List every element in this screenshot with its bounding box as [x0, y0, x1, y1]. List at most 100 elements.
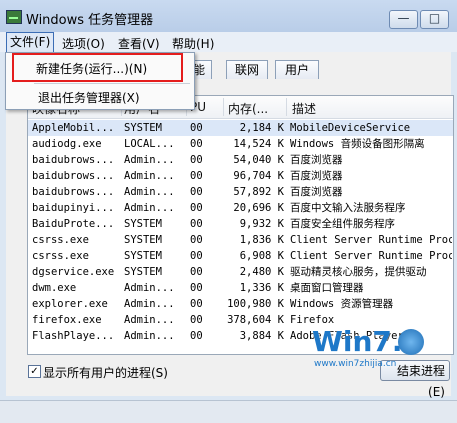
- cell-desc: 百度浏览器: [290, 170, 343, 182]
- cell-cpu: 00: [190, 330, 203, 342]
- cell-user: Admin...: [124, 202, 175, 214]
- table-row[interactable]: explorer.exe Admin... 00 100,980 K Windows 资…: [28, 296, 453, 312]
- column-description[interactable]: 描述: [292, 100, 316, 117]
- cell-user: Admin...: [124, 170, 175, 182]
- cell-user: Admin...: [124, 298, 175, 310]
- title-bar[interactable]: Windows 任务管理器 — □: [0, 0, 457, 32]
- cell-mem: 20,696 K: [233, 202, 284, 214]
- menu-separator: [34, 83, 190, 84]
- cell-desc: Client Server Runtime Proc: [290, 250, 452, 262]
- table-row[interactable]: baidupinyi... Admin... 00 20,696 K 百度中文输入法服务…: [28, 200, 453, 216]
- cell-image: audiodg.exe: [32, 138, 102, 150]
- cell-mem: 2,480 K: [239, 266, 284, 278]
- cell-user: Admin...: [124, 186, 175, 198]
- cell-desc: Client Server Runtime Proc: [290, 234, 452, 246]
- watermark-logo-icon: [398, 329, 424, 355]
- tab-network[interactable]: 联网: [226, 60, 268, 79]
- cell-cpu: 00: [190, 250, 203, 262]
- cell-user: SYSTEM: [124, 250, 162, 262]
- cell-user: Admin...: [124, 282, 175, 294]
- cell-cpu: 00: [190, 186, 203, 198]
- table-row[interactable]: baidubrows... Admin... 00 57,892 K 百度浏览器: [28, 184, 453, 200]
- cell-image: firefox.exe: [32, 314, 102, 326]
- cell-image: dgservice.exe: [32, 266, 115, 278]
- cell-desc: Windows 音频设备图形隔离: [290, 138, 425, 150]
- menu-item-exit[interactable]: 退出任务管理器(X): [38, 89, 140, 106]
- cell-cpu: 00: [190, 234, 203, 246]
- cell-user: Admin...: [124, 154, 175, 166]
- tab-users[interactable]: 用户: [275, 60, 319, 79]
- cell-user: LOCAL...: [124, 138, 175, 150]
- watermark-brand: Win7.: [312, 325, 403, 358]
- minimize-button[interactable]: —: [389, 10, 418, 29]
- cell-image: csrss.exe: [32, 250, 89, 262]
- cell-user: Admin...: [124, 314, 175, 326]
- cell-desc: 桌面窗口管理器: [290, 282, 364, 294]
- menu-file[interactable]: 文件(F): [6, 32, 55, 53]
- status-bar: [0, 400, 457, 423]
- cell-desc: 百度中文输入法服务程序: [290, 202, 406, 214]
- cell-cpu: 00: [190, 298, 203, 310]
- cell-cpu: 00: [190, 314, 203, 326]
- cell-image: AppleMobil...: [32, 122, 115, 134]
- cell-user: SYSTEM: [124, 122, 162, 134]
- table-row[interactable]: AppleMobil... SYSTEM 00 2,184 K MobileDevice…: [28, 120, 453, 136]
- cell-desc: MobileDeviceService: [290, 122, 411, 134]
- column-memory[interactable]: 内存(...: [228, 100, 268, 117]
- table-row[interactable]: audiodg.exe LOCAL... 00 14,524 K Windows 音频设…: [28, 136, 453, 152]
- red-highlight-box: [12, 53, 183, 82]
- cell-user: SYSTEM: [124, 234, 162, 246]
- cell-mem: 57,892 K: [233, 186, 284, 198]
- menu-options[interactable]: 选项(O): [62, 35, 105, 52]
- cell-mem: 378,604 K: [227, 314, 284, 326]
- show-all-users-checkbox[interactable]: ✓: [28, 365, 41, 378]
- cell-mem: 2,184 K: [239, 122, 284, 134]
- cell-image: baidupinyi...: [32, 202, 115, 214]
- cell-mem: 9,932 K: [239, 218, 284, 230]
- table-row[interactable]: csrss.exe SYSTEM 00 6,908 K Client Server Ru…: [28, 248, 453, 264]
- column-separator[interactable]: [223, 98, 224, 116]
- task-manager-icon: [6, 10, 22, 24]
- cell-mem: 54,040 K: [233, 154, 284, 166]
- column-separator[interactable]: [286, 98, 287, 116]
- cell-mem: 1,336 K: [239, 282, 284, 294]
- cell-cpu: 00: [190, 218, 203, 230]
- win7-watermark: Win7. www.win7zhijia.cn: [312, 325, 450, 387]
- cell-image: baidubrows...: [32, 186, 115, 198]
- cell-image: dwm.exe: [32, 282, 77, 294]
- cell-cpu: 00: [190, 122, 203, 134]
- cell-cpu: 00: [190, 138, 203, 150]
- table-row[interactable]: csrss.exe SYSTEM 00 1,836 K Client Server Ru…: [28, 232, 453, 248]
- table-row[interactable]: dgservice.exe SYSTEM 00 2,480 K 驱动精灵核心服务，提供驱…: [28, 264, 453, 280]
- show-all-users-label[interactable]: 显示所有用户的进程(S): [43, 364, 168, 381]
- cell-user: SYSTEM: [124, 218, 162, 230]
- table-row[interactable]: BaiduProte... SYSTEM 00 9,932 K 百度安全组件服务程序: [28, 216, 453, 232]
- menu-view[interactable]: 查看(V): [118, 35, 160, 52]
- cell-mem: 3,884 K: [239, 330, 284, 342]
- maximize-button[interactable]: □: [420, 10, 449, 29]
- cell-image: baidubrows...: [32, 154, 115, 166]
- table-row[interactable]: dwm.exe Admin... 00 1,336 K 桌面窗口管理器: [28, 280, 453, 296]
- cell-mem: 100,980 K: [227, 298, 284, 310]
- cell-mem: 6,908 K: [239, 250, 284, 262]
- cell-mem: 96,704 K: [233, 170, 284, 182]
- task-manager-window: Windows 任务管理器 — □ 文件(F) 选项(O) 查看(V) 帮助(H…: [0, 0, 457, 423]
- cell-cpu: 00: [190, 202, 203, 214]
- cell-image: FlashPlaye...: [32, 330, 115, 342]
- cell-user: SYSTEM: [124, 266, 162, 278]
- cell-desc: 百度浏览器: [290, 186, 343, 198]
- watermark-url: www.win7zhijia.cn: [314, 359, 397, 369]
- window-title: Windows 任务管理器: [26, 13, 154, 28]
- cell-cpu: 00: [190, 170, 203, 182]
- table-row[interactable]: baidubrows... Admin... 00 54,040 K 百度浏览器: [28, 152, 453, 168]
- cell-image: csrss.exe: [32, 234, 89, 246]
- menu-help[interactable]: 帮助(H): [172, 35, 214, 52]
- cell-cpu: 00: [190, 266, 203, 278]
- process-list[interactable]: 映像名称 用户名 PU 内存(... 描述 AppleMobil...SYSTE…: [27, 95, 454, 355]
- cell-desc: 百度安全组件服务程序: [290, 218, 395, 230]
- cell-mem: 14,524 K: [233, 138, 284, 150]
- table-row[interactable]: baidubrows... Admin... 00 96,704 K 百度浏览器: [28, 168, 453, 184]
- cell-desc: Windows 资源管理器: [290, 298, 394, 310]
- cell-image: BaiduProte...: [32, 218, 115, 230]
- menu-bar: 文件(F) 选项(O) 查看(V) 帮助(H): [0, 32, 457, 53]
